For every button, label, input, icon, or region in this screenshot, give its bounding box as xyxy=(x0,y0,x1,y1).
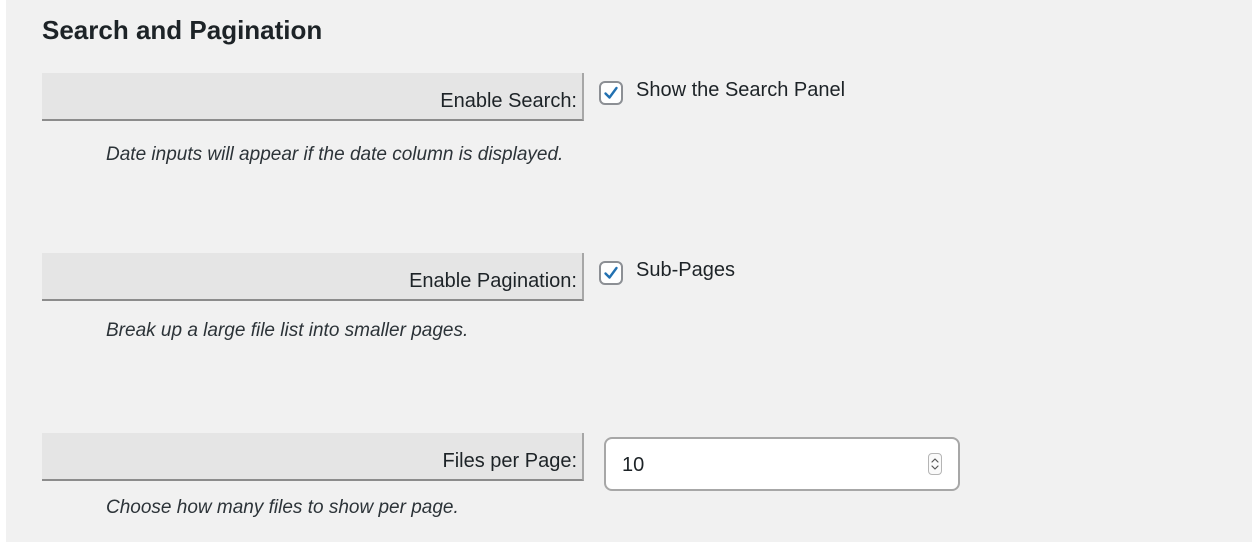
spinner-arrows-icon[interactable] xyxy=(928,453,942,475)
files-per-page-input[interactable]: 10 xyxy=(604,437,960,491)
enable-pagination-row: Enable Pagination: Sub-Pages xyxy=(42,253,1142,305)
files-per-page-row: Files per Page: 10 xyxy=(42,433,1142,491)
enable-search-label: Enable Search: xyxy=(42,73,584,121)
files-per-page-value[interactable]: 10 xyxy=(622,453,644,477)
section-title: Search and Pagination xyxy=(42,15,323,45)
show-search-panel-checkbox[interactable] xyxy=(599,81,623,105)
enable-pagination-label: Enable Pagination: xyxy=(42,253,584,301)
enable-search-row: Enable Search: Show the Search Panel xyxy=(42,73,1142,125)
checkmark-icon xyxy=(604,266,618,279)
show-search-panel-option[interactable]: Show the Search Panel xyxy=(599,78,845,105)
checkmark-icon xyxy=(604,86,618,99)
sub-pages-checkbox[interactable] xyxy=(599,261,623,285)
sub-pages-option[interactable]: Sub-Pages xyxy=(599,258,735,285)
sub-pages-label[interactable]: Sub-Pages xyxy=(636,258,735,282)
files-per-page-description: Choose how many files to show per page. xyxy=(106,497,459,518)
show-search-panel-label[interactable]: Show the Search Panel xyxy=(636,78,845,102)
settings-panel: Search and Pagination Enable Search: Sho… xyxy=(6,0,1252,542)
files-per-page-label: Files per Page: xyxy=(42,433,584,481)
enable-pagination-description: Break up a large file list into smaller … xyxy=(106,320,469,341)
enable-search-description: Date inputs will appear if the date colu… xyxy=(106,144,564,165)
